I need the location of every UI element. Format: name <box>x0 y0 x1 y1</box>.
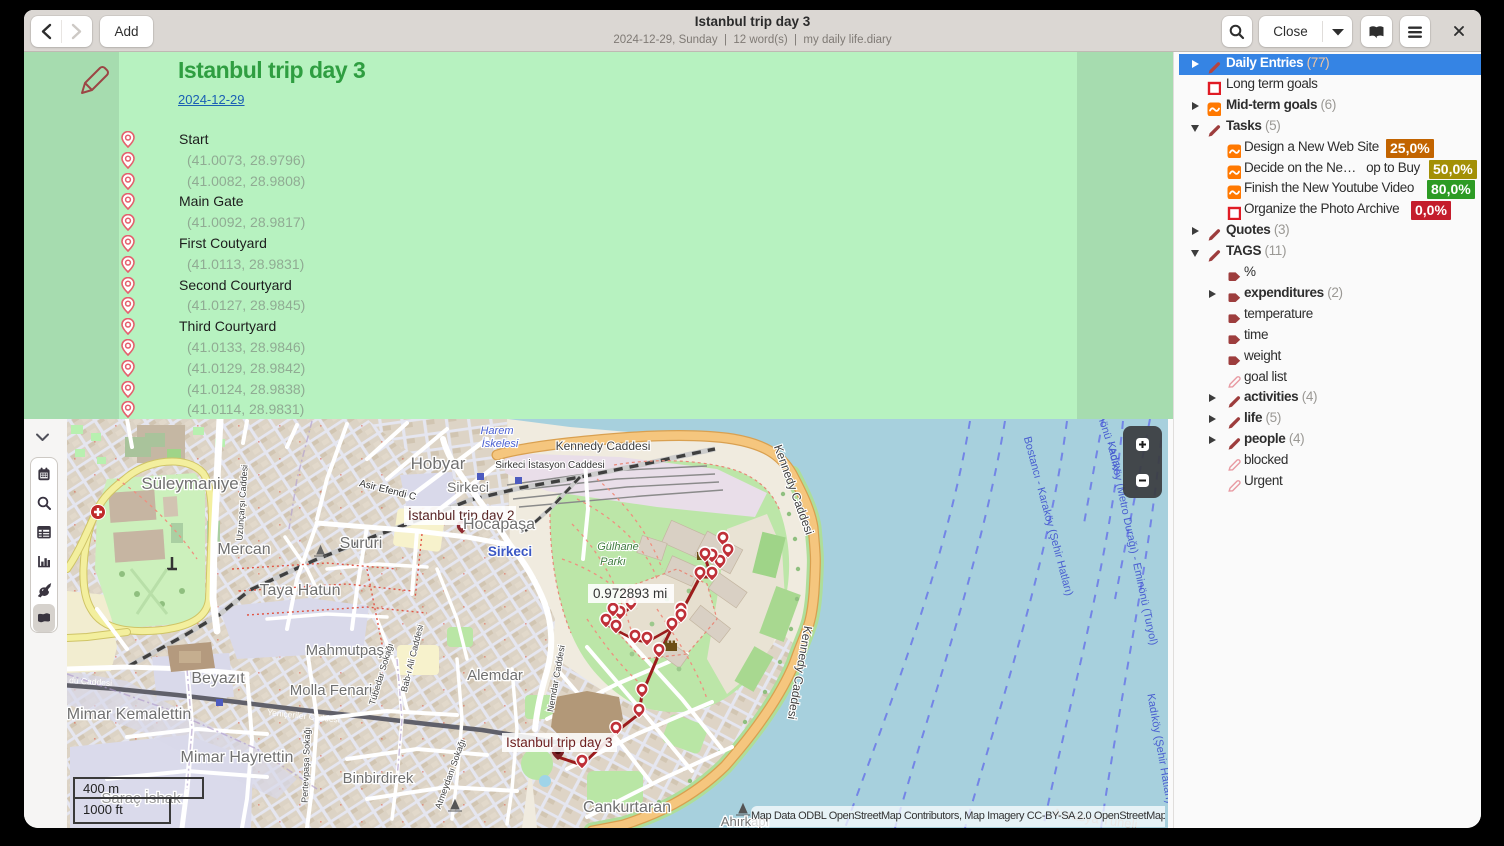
svg-text:Sirkeci: Sirkeci <box>447 479 489 495</box>
svg-text:Parkı: Parkı <box>600 556 626 568</box>
svg-text:Kennedy Caddesi: Kennedy Caddesi <box>556 439 651 453</box>
svg-text:Sururi: Sururi <box>340 535 383 552</box>
svg-text:Cankurtaran: Cankurtaran <box>583 799 671 816</box>
svg-text:Istanbul trip day 3: Istanbul trip day 3 <box>506 735 613 750</box>
svg-text:Beyazıt: Beyazıt <box>191 670 245 687</box>
svg-text:Hobyar: Hobyar <box>411 454 466 473</box>
svg-text:Süleymaniye: Süleymaniye <box>141 474 238 493</box>
svg-text:Molla Fenari: Molla Fenari <box>290 682 373 699</box>
svg-text:Sirkeci: Sirkeci <box>488 544 532 559</box>
svg-text:Mimar Hayrettin: Mimar Hayrettin <box>181 749 294 766</box>
svg-text:Harem: Harem <box>480 425 513 437</box>
svg-text:Binbirdirek: Binbirdirek <box>343 770 414 787</box>
svg-text:Hocapaşa: Hocapaşa <box>463 516 535 533</box>
svg-text:Mahmutpaşa: Mahmutpaşa <box>306 642 393 659</box>
svg-text:Alemdar: Alemdar <box>467 667 523 684</box>
svg-text:Taya Hatun: Taya Hatun <box>260 582 341 599</box>
svg-text:Gülhane: Gülhane <box>597 541 639 553</box>
svg-text:İskelesi: İskelesi <box>482 438 519 450</box>
svg-text:Mimar Kemalettin: Mimar Kemalettin <box>67 706 191 723</box>
svg-text:0.972893 mi: 0.972893 mi <box>593 586 667 601</box>
svg-text:Mercan: Mercan <box>217 541 270 558</box>
svg-text:Sirkeci İstasyon Caddesi: Sirkeci İstasyon Caddesi <box>495 458 605 471</box>
